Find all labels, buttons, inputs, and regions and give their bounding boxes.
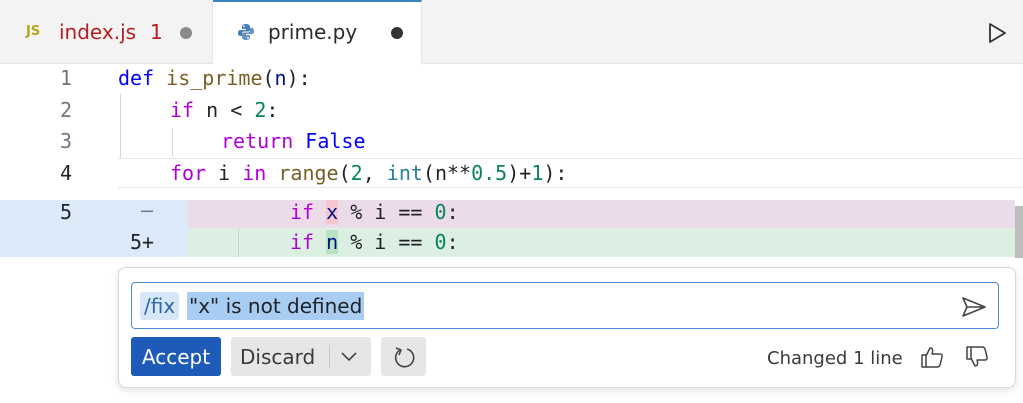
line-number: 5 bbox=[59, 200, 72, 224]
code-line-4: for i in range(2, int(n**0.5)+1): bbox=[170, 161, 568, 185]
python-icon bbox=[238, 24, 254, 40]
code-line-2: if n < 2: bbox=[170, 98, 279, 122]
refresh-icon bbox=[394, 346, 414, 367]
editor-tab-bar: JS index.js 1 prime.py bbox=[0, 0, 1023, 65]
vertical-scrollbar[interactable] bbox=[1015, 206, 1023, 258]
thumbs-up-icon[interactable] bbox=[919, 344, 945, 370]
unsaved-dot-icon[interactable] bbox=[391, 27, 403, 39]
indent-guide bbox=[120, 94, 121, 158]
chat-input[interactable]: /fix "x" is not defined bbox=[131, 282, 999, 329]
run-icon[interactable] bbox=[986, 22, 1008, 44]
tab-label: prime.py bbox=[268, 20, 358, 44]
accept-button[interactable]: Accept bbox=[131, 337, 221, 376]
indent-guide bbox=[238, 228, 239, 257]
line-number: 1 bbox=[59, 66, 72, 90]
chevron-down-icon[interactable] bbox=[339, 347, 359, 365]
inline-chat-widget: /fix "x" is not defined Accept Discard C… bbox=[118, 267, 1016, 388]
slash-command-token: /fix bbox=[140, 292, 180, 320]
tab-label: index.js bbox=[59, 20, 137, 44]
tab-prime-py[interactable]: prime.py bbox=[213, 0, 422, 65]
send-icon[interactable] bbox=[960, 295, 988, 319]
indent-guide bbox=[172, 128, 173, 156]
line-number: 3 bbox=[59, 129, 72, 153]
code-line-1: def is_prime(n): bbox=[118, 66, 311, 90]
line-number: 4 bbox=[59, 161, 72, 185]
chat-message-text: "x" is not defined bbox=[187, 292, 365, 320]
tab-index-js[interactable]: JS index.js 1 bbox=[0, 0, 213, 64]
change-status: Changed 1 line bbox=[767, 348, 903, 369]
line-number: 2 bbox=[59, 98, 72, 122]
thumbs-down-icon[interactable] bbox=[964, 344, 990, 370]
diff-added-gutter bbox=[0, 228, 188, 257]
code-line-removed: if x % i == 0: bbox=[290, 200, 459, 224]
unsaved-dot-icon[interactable] bbox=[180, 27, 192, 39]
diff-added-line-number: 5+ bbox=[130, 230, 155, 254]
diff-removed-sign: — bbox=[141, 198, 154, 222]
rerun-button[interactable] bbox=[381, 337, 426, 376]
code-line-3: return False bbox=[221, 129, 366, 153]
discard-button[interactable]: Discard bbox=[231, 337, 371, 376]
code-line-added: if n % i == 0: bbox=[290, 230, 459, 254]
discard-label: Discard bbox=[240, 344, 316, 369]
divider bbox=[329, 345, 330, 368]
javascript-file-icon: JS bbox=[26, 24, 41, 39]
problem-count-badge: 1 bbox=[150, 20, 163, 44]
